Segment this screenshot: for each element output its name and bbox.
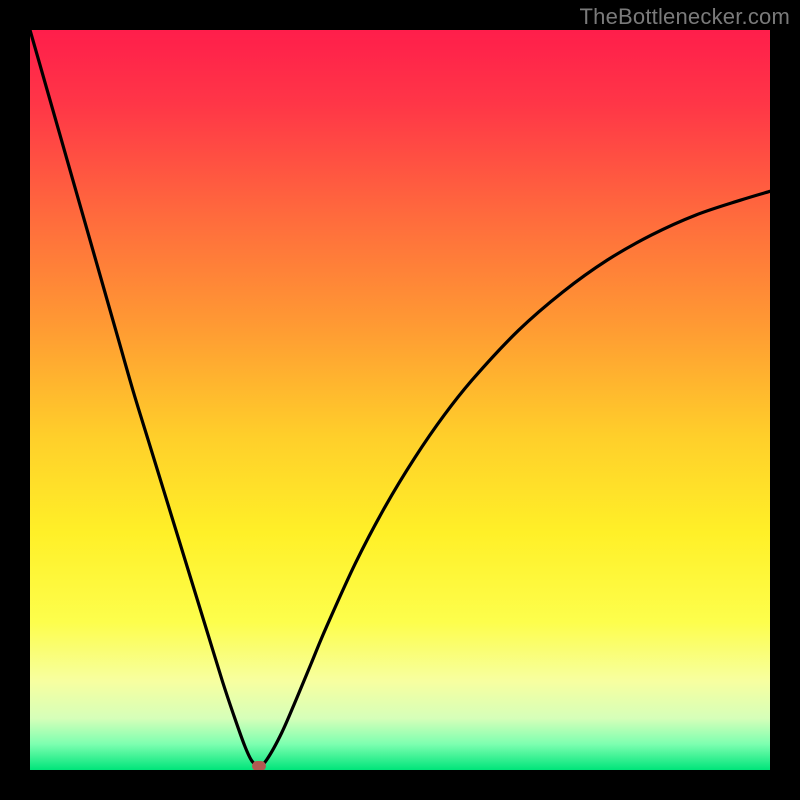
chart-frame: TheBottlenecker.com (0, 0, 800, 800)
min-point-marker (252, 761, 266, 770)
plot-area (30, 30, 770, 770)
bottleneck-curve (30, 30, 770, 770)
watermark-text: TheBottlenecker.com (580, 4, 790, 30)
